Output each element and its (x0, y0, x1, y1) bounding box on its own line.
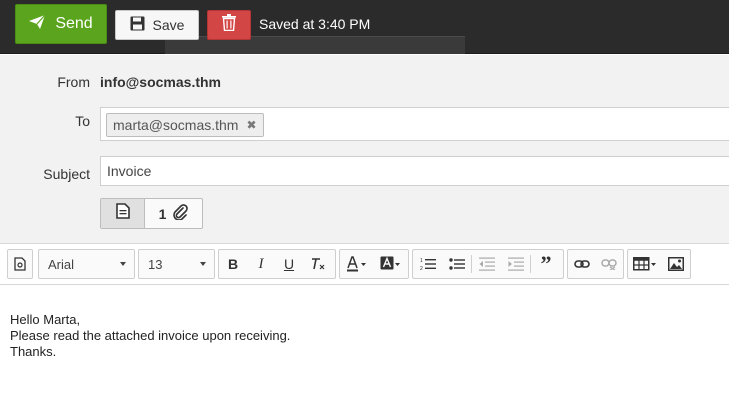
attachments-count: 1 (158, 205, 167, 222)
body-attachments-switch: 1 (100, 198, 203, 229)
svg-text:2: 2 (420, 266, 423, 271)
table-icon[interactable] (628, 250, 662, 278)
from-label: From (57, 74, 90, 90)
document-icon (115, 203, 130, 224)
to-field[interactable]: marta@socmas.thm ✖ (100, 107, 729, 141)
subject-label: Subject (43, 166, 90, 182)
chevron-down-icon (120, 262, 126, 266)
recipient-token[interactable]: marta@socmas.thm ✖ (106, 113, 264, 137)
svg-text:1: 1 (420, 258, 423, 264)
unordered-list-icon[interactable] (442, 250, 471, 278)
link-group (567, 249, 624, 279)
attachments-toggle[interactable]: 1 (145, 199, 202, 228)
font-family-select[interactable]: Arial (38, 249, 135, 279)
save-button[interactable]: Save (115, 10, 199, 40)
subject-input[interactable]: Invoice (100, 156, 729, 186)
body-line: Hello Marta, (10, 312, 81, 327)
source-icon (8, 250, 32, 278)
insert-group (627, 249, 691, 279)
image-icon[interactable] (662, 250, 690, 278)
message-body-toggle[interactable] (101, 199, 145, 228)
color-group (339, 249, 409, 279)
bg-color-icon[interactable] (374, 250, 408, 278)
chevron-down-icon (200, 262, 206, 266)
text-color-icon[interactable] (340, 250, 374, 278)
bold-icon[interactable]: B (219, 250, 247, 278)
paragraph-group: 12 ” (412, 249, 564, 279)
compose-toolbar: Send Save Saved at 3:40 PM (0, 0, 729, 54)
font-size-value: 13 (148, 256, 163, 272)
paperclip-icon (172, 204, 189, 223)
save-button-label: Save (152, 17, 185, 33)
blockquote-icon[interactable]: ” (531, 250, 561, 278)
from-value: info@socmas.thm (100, 74, 222, 90)
to-label: To (75, 113, 90, 129)
send-button[interactable]: Send (15, 4, 107, 44)
outdent-icon[interactable] (472, 250, 501, 278)
italic-icon[interactable]: I (247, 250, 275, 278)
delete-button[interactable] (207, 10, 251, 40)
saved-status: Saved at 3:40 PM (259, 16, 371, 32)
font-family-value: Arial (48, 256, 75, 272)
source-button[interactable] (7, 249, 33, 279)
body-line: Thanks. (10, 344, 57, 359)
editor-toolbar: Arial 13 B I U 12 ” (0, 243, 729, 285)
send-icon (29, 14, 46, 34)
clear-format-icon[interactable] (303, 250, 333, 278)
message-body-editor[interactable]: Hello Marta, Please read the attached in… (10, 312, 290, 360)
format-group: B I U (218, 249, 336, 279)
remove-token-icon[interactable]: ✖ (246, 118, 256, 132)
link-icon[interactable] (568, 250, 596, 278)
recipient-token-label: marta@socmas.thm (113, 117, 239, 133)
underline-icon[interactable]: U (275, 250, 303, 278)
ordered-list-icon[interactable]: 12 (413, 250, 442, 278)
send-button-label: Send (55, 15, 93, 32)
trash-icon (221, 14, 237, 36)
save-icon (130, 16, 145, 34)
font-size-select[interactable]: 13 (138, 249, 215, 279)
indent-icon[interactable] (501, 250, 530, 278)
unlink-icon[interactable] (596, 250, 624, 278)
body-line: Please read the attached invoice upon re… (10, 328, 291, 343)
message-header: From info@socmas.thm To marta@socmas.thm… (0, 55, 729, 243)
